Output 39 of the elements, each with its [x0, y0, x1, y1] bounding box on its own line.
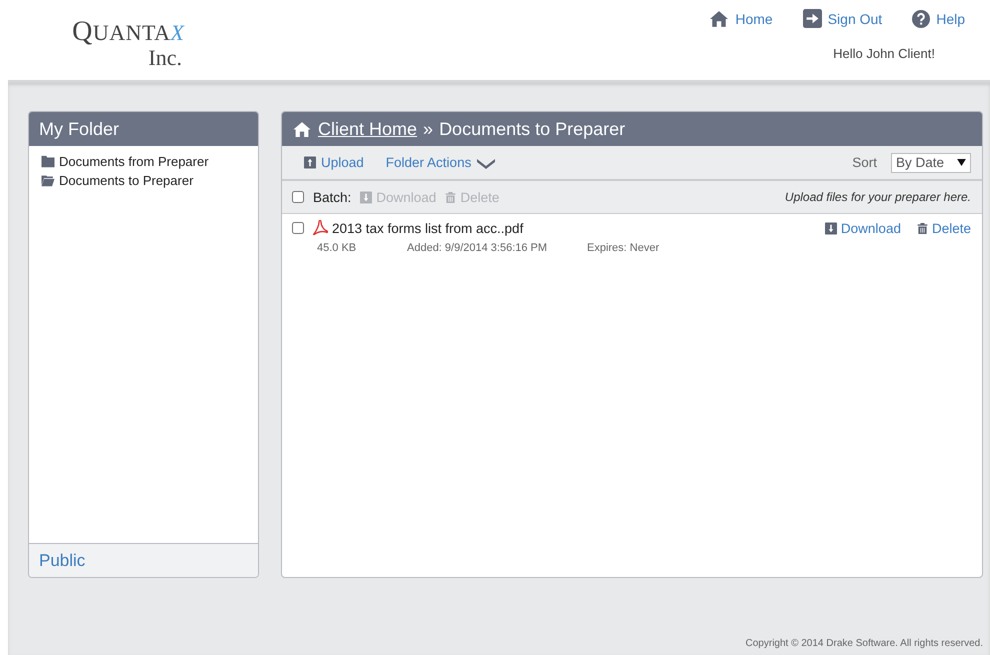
breadcrumb-current: Documents to Preparer	[439, 118, 626, 140]
caret-icon	[957, 159, 966, 166]
nav-link[interactable]: Help	[912, 9, 965, 28]
download-icon	[824, 222, 837, 234]
sort-label: Sort	[852, 155, 877, 170]
download-icon	[360, 190, 372, 204]
folder-item[interactable]: Documents from Preparer	[39, 154, 248, 169]
file-expiry: Expires: Never	[587, 242, 660, 254]
folder-actions-menu[interactable]: Folder Actions	[386, 155, 496, 170]
pdf-icon	[312, 220, 328, 236]
nav-link[interactable]: Home	[709, 9, 773, 28]
panel-title: My Folder	[39, 118, 120, 140]
upload-link[interactable]: Upload	[304, 155, 364, 170]
logo-subtitle: Inc.	[148, 48, 182, 68]
home-icon	[709, 10, 730, 28]
file-added-date: Added: 9/9/2014 3:56:16 PM	[407, 242, 548, 254]
batch-label: Batch:	[313, 190, 352, 204]
trash-icon	[445, 190, 456, 204]
breadcrumb-link[interactable]: Client Home	[318, 118, 418, 140]
public-link[interactable]: Public	[29, 543, 258, 577]
sort-select[interactable]: By Date	[891, 152, 971, 172]
logo-text: QUANTA	[72, 16, 171, 48]
logo-mark: X	[170, 20, 184, 46]
chevron-icon	[476, 156, 496, 168]
copyright-text: Copyright © 2014 Drake Software. All rights reserved.	[746, 638, 983, 649]
file-checkbox[interactable]	[292, 222, 304, 234]
upload-hint: Upload files for your preparer here.	[784, 190, 971, 204]
home-icon	[292, 120, 312, 138]
trash-icon	[916, 222, 928, 234]
download-link[interactable]: Download	[824, 220, 901, 236]
nav-link[interactable]: Sign Out	[802, 9, 882, 28]
file-name[interactable]: 2013 tax forms list from acc..pdf	[332, 220, 524, 236]
help-icon	[912, 10, 930, 28]
delete-link[interactable]: Delete	[916, 220, 971, 236]
breadcrumb-separator: »	[423, 118, 434, 140]
greeting-text: Hello John Client!	[833, 46, 935, 61]
file-size: 45.0 KB	[317, 242, 358, 254]
upload-icon	[304, 156, 316, 169]
folder-item[interactable]: Documents to Preparer	[39, 173, 248, 188]
